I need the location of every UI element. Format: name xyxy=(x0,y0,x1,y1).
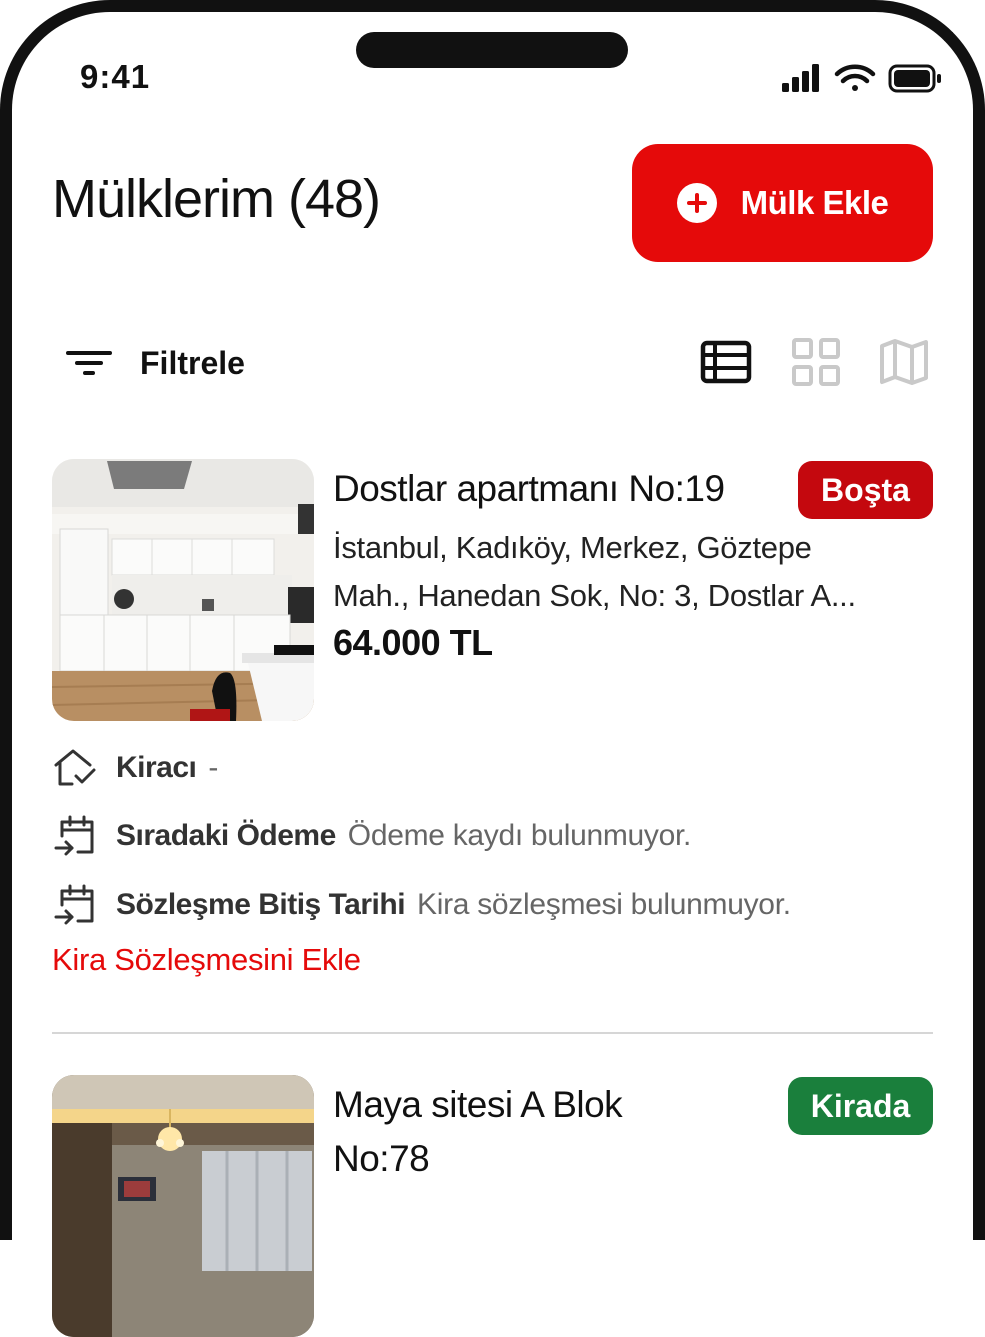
filter-icon xyxy=(66,345,114,381)
map-view-icon[interactable] xyxy=(878,336,930,388)
filter-button[interactable]: Filtrele xyxy=(66,338,245,388)
contract-end-value: Kira sözleşmesi bulunmuyor. xyxy=(417,888,791,921)
property-name-line: Maya sitesi A Blok xyxy=(333,1084,623,1125)
status-icons xyxy=(782,64,941,93)
add-property-button[interactable]: Mülk Ekle xyxy=(632,144,933,262)
property-photo[interactable] xyxy=(52,459,314,721)
filter-label: Filtrele xyxy=(140,344,245,381)
add-property-label: Mülk Ekle xyxy=(740,184,889,221)
status-badge: Boşta xyxy=(798,461,933,519)
next-payment-row: Sıradaki Ödeme Ödeme kaydı bulunmuyor. xyxy=(52,814,691,858)
calendar-transfer-icon xyxy=(54,884,94,925)
address-line: İstanbul, Kadıköy, Merkez, Göztepe xyxy=(333,530,812,565)
contract-end-label: Sözleşme Bitiş Tarihi xyxy=(116,888,406,921)
tenant-label: Kiracı xyxy=(116,751,197,784)
status-badge: Kirada xyxy=(788,1077,933,1135)
property-address: İstanbul, Kadıköy, Merkez, Göztepe Mah.,… xyxy=(333,524,933,620)
home-icon xyxy=(54,749,96,786)
signal-icon xyxy=(782,64,819,92)
property-name[interactable]: Maya sitesi A Blok No:78 xyxy=(333,1078,623,1186)
living-room-photo xyxy=(52,1075,314,1337)
list-view-icon[interactable] xyxy=(700,336,752,388)
property-photo[interactable] xyxy=(52,1075,314,1337)
battery-icon xyxy=(888,64,941,93)
page-title: Mülklerim (48) xyxy=(52,169,381,229)
contract-end-row: Sözleşme Bitiş Tarihi Kira sözleşmesi bu… xyxy=(52,883,791,927)
divider xyxy=(52,1032,933,1034)
tenant-value: - xyxy=(208,751,219,784)
property-name-line: No:78 xyxy=(333,1138,430,1179)
property-price: 64.000 TL xyxy=(333,622,493,663)
add-lease-contract-link[interactable]: Kira Sözleşmesini Ekle xyxy=(52,942,361,978)
calendar-transfer-icon xyxy=(54,815,94,856)
property-name[interactable]: Dostlar apartmanı No:19 xyxy=(333,462,725,516)
tenant-row: Kiracı - xyxy=(52,746,218,790)
wifi-icon xyxy=(834,64,876,91)
next-payment-value: Ödeme kaydı bulunmuyor. xyxy=(347,819,692,852)
address-line: Mah., Hanedan Sok, No: 3, Dostlar A... xyxy=(333,578,856,613)
plus-icon xyxy=(676,183,717,223)
kitchen-photo xyxy=(52,459,314,721)
status-time: 9:41 xyxy=(80,58,151,95)
grid-view-icon[interactable] xyxy=(790,336,842,388)
notch xyxy=(356,32,628,68)
next-payment-label: Sıradaki Ödeme xyxy=(116,819,336,852)
